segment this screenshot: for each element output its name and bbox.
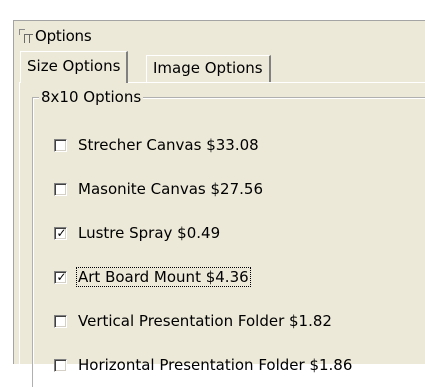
option-label[interactable]: Lustre Spray $0.49	[77, 224, 221, 242]
window-title: Options	[35, 26, 92, 45]
desktop-background	[0, 0, 425, 20]
option-row-lustre-spray[interactable]: ✓ Lustre Spray $0.49	[54, 223, 221, 243]
checkmark-icon	[56, 184, 67, 195]
option-row-horizontal-presentation-folder[interactable]: Horizontal Presentation Folder $1.86	[54, 355, 353, 375]
checkbox[interactable]	[54, 314, 67, 328]
option-label[interactable]: Masonite Canvas $27.56	[77, 180, 264, 198]
checkmark-icon	[56, 360, 67, 371]
checkbox[interactable]	[54, 182, 67, 196]
option-label[interactable]: Art Board Mount $4.36	[76, 267, 251, 287]
option-label[interactable]: Horizontal Presentation Folder $1.86	[77, 356, 353, 374]
tab-page: 8x10 Options Strecher Canvas $33.08 Maso…	[19, 82, 425, 387]
checkmark-icon	[56, 140, 67, 151]
tab-size-options[interactable]: Size Options	[20, 51, 129, 83]
options-window: Options Size Options Image Options 8x10 …	[13, 20, 425, 387]
checkbox[interactable]: ✓	[54, 225, 67, 240]
options-groupbox: 8x10 Options Strecher Canvas $33.08 Maso…	[32, 88, 425, 387]
checkbox[interactable]	[54, 358, 67, 372]
checkbox[interactable]: ✓	[54, 269, 67, 284]
option-label[interactable]: Vertical Presentation Folder $1.82	[77, 312, 333, 330]
checkbox[interactable]	[54, 138, 67, 152]
checkmark-icon: ✓	[56, 225, 67, 240]
groupbox-legend: 8x10 Options	[39, 88, 144, 106]
checkmark-icon	[56, 316, 67, 327]
option-row-art-board-mount[interactable]: ✓ Art Board Mount $4.36	[54, 267, 251, 287]
option-label[interactable]: Strecher Canvas $33.08	[77, 136, 260, 154]
checkmark-icon: ✓	[56, 269, 67, 284]
title-bar: Options	[14, 21, 425, 50]
tab-image-options[interactable]: Image Options	[146, 55, 271, 82]
app-window-icon	[19, 28, 34, 43]
option-row-strecher-canvas[interactable]: Strecher Canvas $33.08	[54, 135, 260, 155]
option-row-masonite-canvas[interactable]: Masonite Canvas $27.56	[54, 179, 264, 199]
tab-strip: Size Options Image Options	[14, 51, 425, 83]
option-row-vertical-presentation-folder[interactable]: Vertical Presentation Folder $1.82	[54, 311, 333, 331]
